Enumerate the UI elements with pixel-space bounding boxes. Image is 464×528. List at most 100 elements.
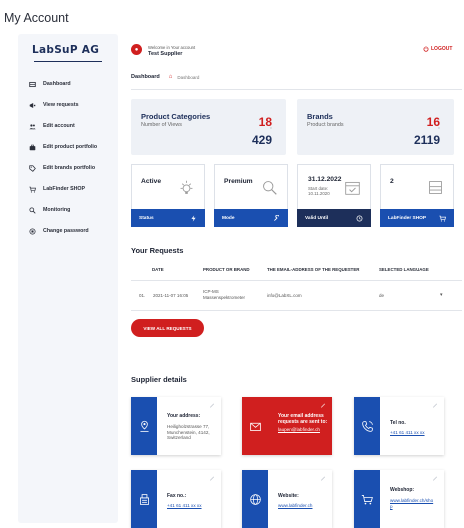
shop-bar: LabFinder SHOP [380, 209, 454, 227]
shop-label: LabFinder SHOP [388, 215, 427, 221]
column-header-date: DATE [152, 267, 164, 272]
sidebar-item-labfinder-shop[interactable]: LabFinder SHOP [28, 183, 116, 195]
key-icon [28, 227, 36, 235]
mode-card: Premium Mode [214, 164, 288, 227]
user-avatar-icon[interactable]: ● [131, 44, 142, 55]
address-card: Your address: Heiligholzstrasse 77, Munc… [131, 397, 221, 455]
mode-bar: Mode [214, 209, 288, 227]
address-line: Switzerland [167, 435, 191, 440]
website-card: Website: www.labfinder.ch [242, 470, 332, 528]
edit-pencil-icon[interactable] [432, 402, 438, 408]
view-all-requests-button[interactable]: VIEW ALL REQUESTS [131, 319, 204, 337]
sidebar-item-label: Edit account [43, 123, 75, 129]
sidebar-item-label: Dashboard [43, 81, 71, 87]
status-value: Active [141, 178, 162, 185]
column-header-product: PRODUCT OR BRAND [203, 267, 250, 272]
sidebar-item-change-password[interactable]: Change password [28, 225, 116, 237]
cart-icon [361, 494, 373, 504]
status-card: Active Status [131, 164, 205, 227]
card-total: 2119 [413, 133, 440, 147]
briefcase-icon [28, 143, 36, 151]
brand-logo[interactable]: LabSuP AG [32, 44, 104, 62]
email-label: requests are sent to: [278, 419, 328, 425]
cart-icon [439, 215, 446, 222]
sidebar-item-label: Edit product portfolio [43, 144, 98, 150]
sidebar-item-dashboard[interactable]: Dashboard [28, 78, 116, 90]
webshop-link[interactable]: www.labfinder.ch/sho [390, 498, 433, 503]
edit-pencil-icon[interactable] [320, 475, 326, 481]
address-icon-panel [131, 397, 157, 455]
start-date: Start date: 10.11.2020 [308, 186, 330, 196]
tag-icon [28, 164, 36, 172]
search-icon [263, 181, 277, 195]
fax-link[interactable]: +41 61 411 xx xx [167, 503, 202, 508]
sidebar-item-view-requests[interactable]: View requests [28, 99, 116, 111]
webshop-link[interactable]: p [390, 504, 393, 509]
address-label: Your address: [167, 413, 201, 419]
breadcrumb-divider [131, 89, 462, 90]
tel-icon-panel [354, 397, 380, 455]
sidebar-item-edit-account[interactable]: Edit account [28, 120, 116, 132]
users-icon [28, 122, 36, 130]
sidebar-item-label: Change password [43, 228, 89, 234]
column-header-email: THE EMAIL-ADDRESS OF THE REQUESTER [267, 267, 360, 272]
tel-label: Tel no. [390, 420, 406, 426]
edit-pencil-icon[interactable] [209, 475, 215, 481]
website-link[interactable]: www.labfinder.ch [278, 503, 312, 508]
card-subtitle: Product brands [307, 122, 344, 128]
sidebar-item-label: View requests [43, 102, 79, 108]
bulb-icon [180, 180, 193, 194]
fax-label: Fax no.: [167, 493, 187, 499]
edit-pencil-icon[interactable] [432, 475, 438, 481]
globe-icon [249, 493, 261, 505]
eye-icon: ○ [269, 125, 272, 130]
valid-until-card: 31.12.2022 Start date: 10.11.2020 Valid … [297, 164, 371, 227]
logout-button[interactable]: LOGOUT [423, 46, 452, 52]
welcome-text: Welcome in Your account [148, 45, 196, 50]
tel-card: Tel no. +41 61 411 xx xx [354, 397, 444, 455]
chevron-down-icon[interactable]: ▾ [440, 292, 443, 298]
card-subtitle: Number of Views [141, 122, 182, 128]
start-date-value: 10.11.2020 [308, 191, 330, 197]
megaphone-icon [28, 101, 36, 109]
sidebar-item-label: Monitoring [43, 207, 71, 213]
magnifier-icon [28, 206, 36, 214]
brands-card[interactable]: Brands Product brands 16 ○ 2119 [297, 99, 454, 155]
email-link[interactable]: laupen@labfinder.ch [278, 427, 320, 432]
labfinder-shop-card: 2 LabFinder SHOP [380, 164, 454, 227]
webshop-card: Webshop: www.labfinder.ch/sho p [354, 470, 444, 528]
receipt-icon [429, 181, 442, 194]
logout-label: LOGOUT [431, 46, 453, 52]
product-categories-card[interactable]: Product Categories Number of Views 18 ○ … [131, 99, 286, 155]
webshop-label: Webshop: [390, 487, 415, 493]
sidebar: LabSuP AG Dashboard View requests Edit a… [18, 34, 118, 523]
sidebar-item-label: Edit brands portfolio [43, 165, 96, 171]
edit-pencil-icon[interactable] [320, 402, 326, 408]
table-divider [131, 280, 462, 281]
clock-icon [356, 215, 363, 221]
valid-until-bar: Valid Until [297, 209, 371, 227]
sidebar-item-edit-product-portfolio[interactable]: Edit product portfolio [28, 141, 116, 153]
dashboard-icon [28, 80, 36, 88]
sidebar-item-monitoring[interactable]: Monitoring [28, 204, 116, 216]
location-icon [139, 420, 149, 432]
sidebar-item-edit-brands-portfolio[interactable]: Edit brands portfolio [28, 162, 116, 174]
cart-icon [28, 185, 36, 193]
row-email: info@LabXL.com [267, 293, 302, 298]
edit-pencil-icon[interactable] [209, 402, 215, 408]
valid-until-label: Valid Until [305, 215, 329, 221]
sidebar-item-label: LabFinder SHOP [43, 186, 86, 192]
row-language: de [379, 293, 385, 298]
breadcrumb-current: Dashboard [131, 74, 160, 80]
home-icon[interactable]: ⌂ [169, 74, 173, 80]
fax-icon-panel [131, 470, 157, 528]
website-label: Website: [278, 493, 299, 499]
envelope-icon [249, 422, 261, 431]
tel-link[interactable]: +41 61 411 xx xx [390, 430, 425, 435]
fax-card: Fax no.: +41 61 411 xx xx [131, 470, 221, 528]
user-name: Test Supplier [148, 51, 183, 57]
breadcrumb-link[interactable]: Dashboard [177, 75, 199, 80]
status-bar: Status [131, 209, 205, 227]
table-divider [131, 310, 462, 311]
webshop-icon-panel [354, 470, 380, 528]
